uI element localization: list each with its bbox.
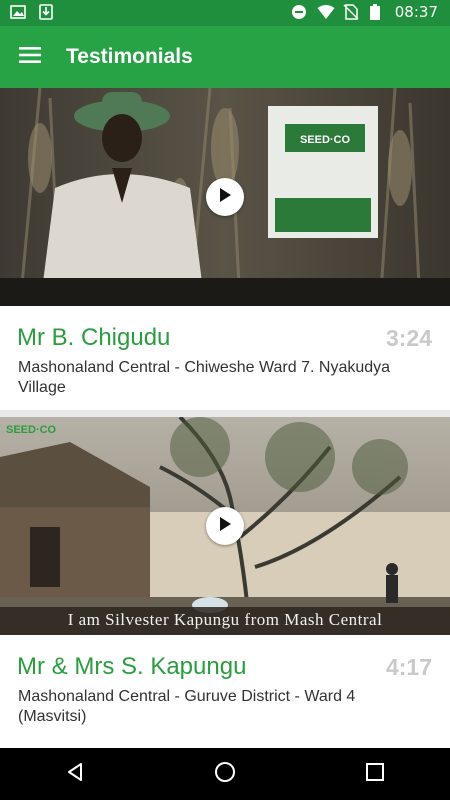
back-button[interactable] (45, 748, 105, 800)
do-not-disturb-icon (291, 4, 307, 20)
download-notification-icon (38, 4, 54, 20)
testimonial-location: Mashonaland Central - Chiweshe Ward 7. N… (18, 359, 391, 396)
video-duration: 4:17 (385, 654, 432, 680)
video-duration: 3:24 (385, 325, 432, 351)
system-nav-bar (0, 748, 450, 800)
home-circle-icon (214, 761, 236, 788)
play-icon (219, 187, 231, 207)
sign-text: SEED·CO (300, 134, 351, 146)
status-time: 08:37 (394, 3, 438, 21)
play-button[interactable] (206, 178, 244, 216)
video-caption: I am Silvester Kapungu from Mash Central (67, 610, 383, 629)
play-icon (219, 516, 231, 536)
testimonial-name: Mr & Mrs S. Kapungu (17, 653, 247, 680)
recents-square-icon (366, 762, 384, 786)
recents-button[interactable] (345, 748, 405, 800)
back-triangle-icon (65, 762, 85, 787)
wifi-icon (317, 4, 335, 20)
testimonial-card[interactable]: SEED·CO I am Silvester Kapungu from Mash… (0, 417, 450, 748)
testimonials-list[interactable]: SEED·CO Mr B. Chigudu 3:24 Mashonaland C… (0, 88, 450, 748)
menu-button[interactable] (0, 26, 60, 88)
play-button[interactable] (206, 507, 244, 545)
hamburger-menu-icon (19, 46, 41, 69)
testimonial-card[interactable]: SEED·CO Mr B. Chigudu 3:24 Mashonaland C… (0, 88, 450, 410)
status-bar: 08:37 (0, 0, 450, 26)
testimonial-location: Mashonaland Central - Guruve District - … (18, 688, 356, 725)
home-button[interactable] (195, 748, 255, 800)
battery-icon (369, 4, 385, 20)
image-notification-icon (10, 4, 26, 20)
page-title: Testimonials (66, 45, 193, 68)
video-thumbnail[interactable]: SEED·CO I am Silvester Kapungu from Mash… (0, 417, 450, 635)
video-thumbnail[interactable]: SEED·CO (0, 88, 450, 306)
no-sim-icon (343, 4, 359, 20)
app-bar: Testimonials (0, 26, 450, 88)
video-watermark: SEED·CO (6, 424, 57, 436)
testimonial-name: Mr B. Chigudu (17, 324, 171, 351)
